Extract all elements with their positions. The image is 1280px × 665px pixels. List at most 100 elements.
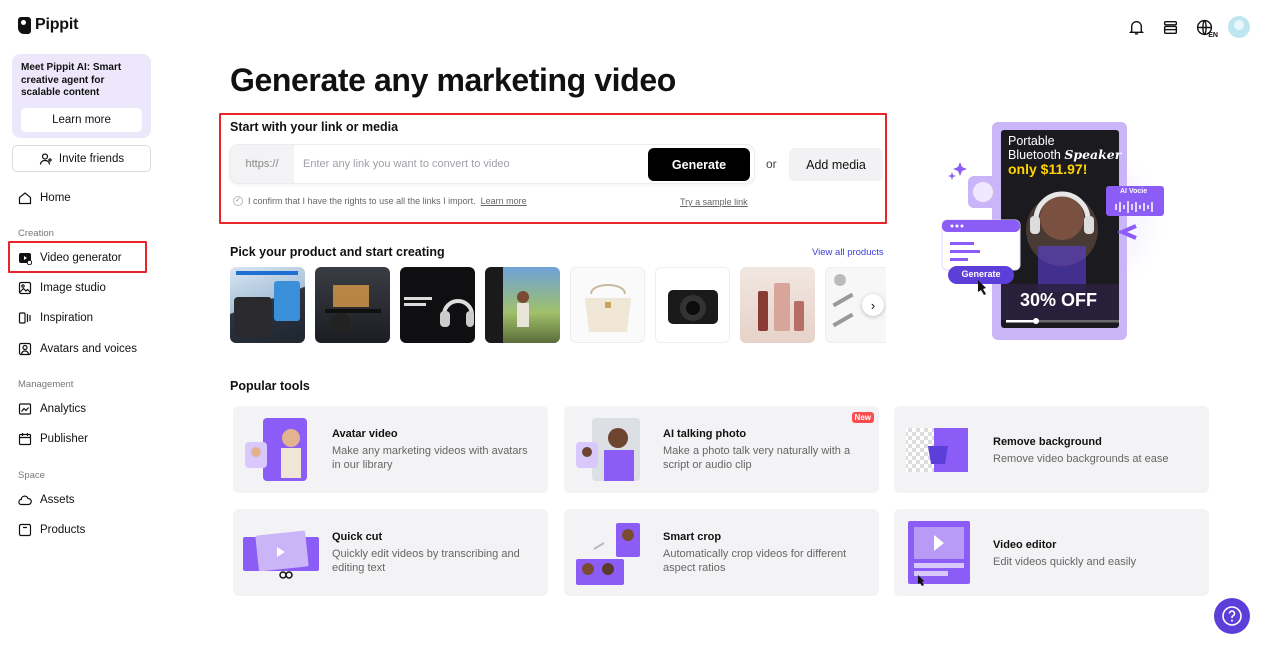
calendar-icon <box>18 432 32 446</box>
product-thumbnail-headset[interactable] <box>400 267 475 343</box>
nav-item-products[interactable]: Products <box>18 520 85 540</box>
product-thumbnail-handbag[interactable] <box>570 267 645 343</box>
tool-card-quick-cut[interactable]: Quick cut Quickly edit videos by transcr… <box>233 509 548 596</box>
nav-label-inspiration: Inspiration <box>40 312 94 324</box>
quick-cut-thumbnail <box>243 519 319 586</box>
pick-product-title: Pick your product and start creating <box>230 245 445 259</box>
nav-section-creation: Creation <box>18 228 54 239</box>
nav-section-space: Space <box>18 470 45 481</box>
nav-item-avatars-voices[interactable]: Avatars and voices <box>18 339 137 359</box>
tool-card-smart-crop[interactable]: Smart crop Automatically crop videos for… <box>564 509 879 596</box>
product-thumbnail-scale[interactable] <box>230 267 305 343</box>
carousel-next-icon[interactable]: › <box>862 294 884 316</box>
cloud-icon <box>18 493 32 507</box>
confirm-checkbox[interactable]: ✓ <box>233 196 243 206</box>
user-plus-icon <box>39 152 53 166</box>
learn-more-button[interactable]: Learn more <box>21 108 142 132</box>
confirm-text: I confirm that I have the rights to use … <box>248 196 476 206</box>
video-generator-icon <box>18 251 32 265</box>
sidebar: Pippit Meet Pippit AI: Smart creative ag… <box>0 0 164 665</box>
avatar-icon <box>18 342 32 356</box>
tool-title: Smart crop <box>663 531 722 543</box>
nav-label-products: Products <box>40 524 86 536</box>
nav-item-publisher[interactable]: Publisher <box>18 429 88 449</box>
link-section-title: Start with your link or media <box>230 120 399 134</box>
nav-label-assets: Assets <box>40 494 75 506</box>
tool-desc: Remove video backgrounds at ease <box>993 453 1169 465</box>
generate-button[interactable]: Generate <box>648 148 750 181</box>
analytics-icon <box>18 402 32 416</box>
view-all-products-link[interactable]: View all products <box>812 247 884 258</box>
nav-item-inspiration[interactable]: Inspiration <box>18 308 93 328</box>
promo-card: Meet Pippit AI: Smart creative agent for… <box>12 54 151 138</box>
tool-card-remove-background[interactable]: Remove background Remove video backgroun… <box>894 406 1209 493</box>
top-bar: EN <box>1126 16 1250 39</box>
invite-friends-label: Invite friends <box>58 152 125 165</box>
hero-voice-label: AI Vocie <box>1120 188 1148 195</box>
page-title: Generate any marketing video <box>230 62 676 98</box>
nav-item-video-generator[interactable]: Video generator <box>18 248 122 268</box>
link-prefix: https:// <box>230 145 294 183</box>
invite-friends-button[interactable]: Invite friends <box>12 145 151 172</box>
tool-desc: Make a photo talk very naturally with a … <box>663 445 851 471</box>
home-icon <box>18 191 32 205</box>
try-sample-link[interactable]: Try a sample link <box>680 197 748 207</box>
tool-desc: Automatically crop videos for different … <box>663 548 847 574</box>
language-switch[interactable]: EN <box>1194 17 1218 39</box>
product-thumbnail-gaming-desk[interactable] <box>315 267 390 343</box>
bell-icon[interactable] <box>1126 17 1146 37</box>
nav-label-video-generator: Video generator <box>40 252 122 264</box>
nav-item-home[interactable]: Home <box>18 188 71 208</box>
add-media-button[interactable]: Add media <box>789 148 883 181</box>
image-studio-icon <box>18 281 32 295</box>
tool-desc: Edit videos quickly and easily <box>993 556 1137 568</box>
confirm-learn-more-link[interactable]: Learn more <box>481 196 527 206</box>
app-name: Pippit <box>35 16 79 33</box>
tool-title: Avatar video <box>332 428 398 440</box>
tool-card-video-editor[interactable]: Video editor Edit videos quickly and eas… <box>894 509 1209 596</box>
tool-title: Remove background <box>993 436 1102 448</box>
video-editor-thumbnail <box>904 519 970 586</box>
or-label: or <box>766 157 777 171</box>
product-thumbnail-lifestyle[interactable] <box>485 267 560 343</box>
nav-label-image-studio: Image studio <box>40 282 106 294</box>
layers-icon[interactable] <box>1160 17 1180 37</box>
app-logo[interactable]: Pippit <box>18 16 78 34</box>
hero-headline: Portable Bluetooth Speaker only $11.97! <box>1008 134 1121 176</box>
tool-card-ai-talking-photo[interactable]: New AI talking photo Make a photo talk v… <box>564 406 879 493</box>
rights-confirmation: ✓ I confirm that I have the rights to us… <box>233 196 527 206</box>
nav-item-assets[interactable]: Assets <box>18 490 75 510</box>
smart-crop-thumbnail <box>574 519 640 586</box>
tool-card-avatar-video[interactable]: Avatar video Make any marketing videos w… <box>233 406 548 493</box>
hero-price: only $11.97! <box>1008 161 1088 177</box>
hero-line2-script: Speaker <box>1064 147 1122 162</box>
tool-title: AI talking photo <box>663 428 747 440</box>
nav-label-publisher: Publisher <box>40 433 88 445</box>
ai-talking-photo-thumbnail <box>574 416 640 483</box>
hero-line2: Bluetooth <box>1008 148 1061 162</box>
question-icon <box>1222 606 1242 626</box>
nav-section-management: Management <box>18 379 74 390</box>
nav-label-analytics: Analytics <box>40 403 87 415</box>
hero-generate-label: Generate <box>961 269 1001 279</box>
remove-background-thumbnail <box>904 416 970 483</box>
promo-text: Meet Pippit AI: Smart creative agent for… <box>21 62 122 98</box>
nav-item-image-studio[interactable]: Image studio <box>18 278 106 298</box>
tool-desc: Quickly edit videos by transcribing and … <box>332 548 520 574</box>
user-avatar[interactable] <box>1228 16 1250 38</box>
new-badge: New <box>851 412 874 423</box>
product-carousel <box>230 267 886 343</box>
nav-label-avatars-voices: Avatars and voices <box>40 343 137 355</box>
tool-title: Quick cut <box>332 531 383 543</box>
pippit-logo-icon <box>18 16 31 34</box>
hero-line1: Portable <box>1008 134 1055 148</box>
product-thumbnail-camera[interactable] <box>655 267 730 343</box>
avatar-video-thumbnail <box>243 416 309 483</box>
help-button[interactable] <box>1214 598 1250 634</box>
nav-label-home: Home <box>40 192 71 204</box>
product-thumbnail-cosmetics[interactable] <box>740 267 815 343</box>
hero-illustration: Portable Bluetooth Speaker only $11.97! … <box>940 120 1170 345</box>
inspiration-icon <box>18 311 32 325</box>
language-label: EN <box>1208 32 1218 39</box>
nav-item-analytics[interactable]: Analytics <box>18 399 86 419</box>
